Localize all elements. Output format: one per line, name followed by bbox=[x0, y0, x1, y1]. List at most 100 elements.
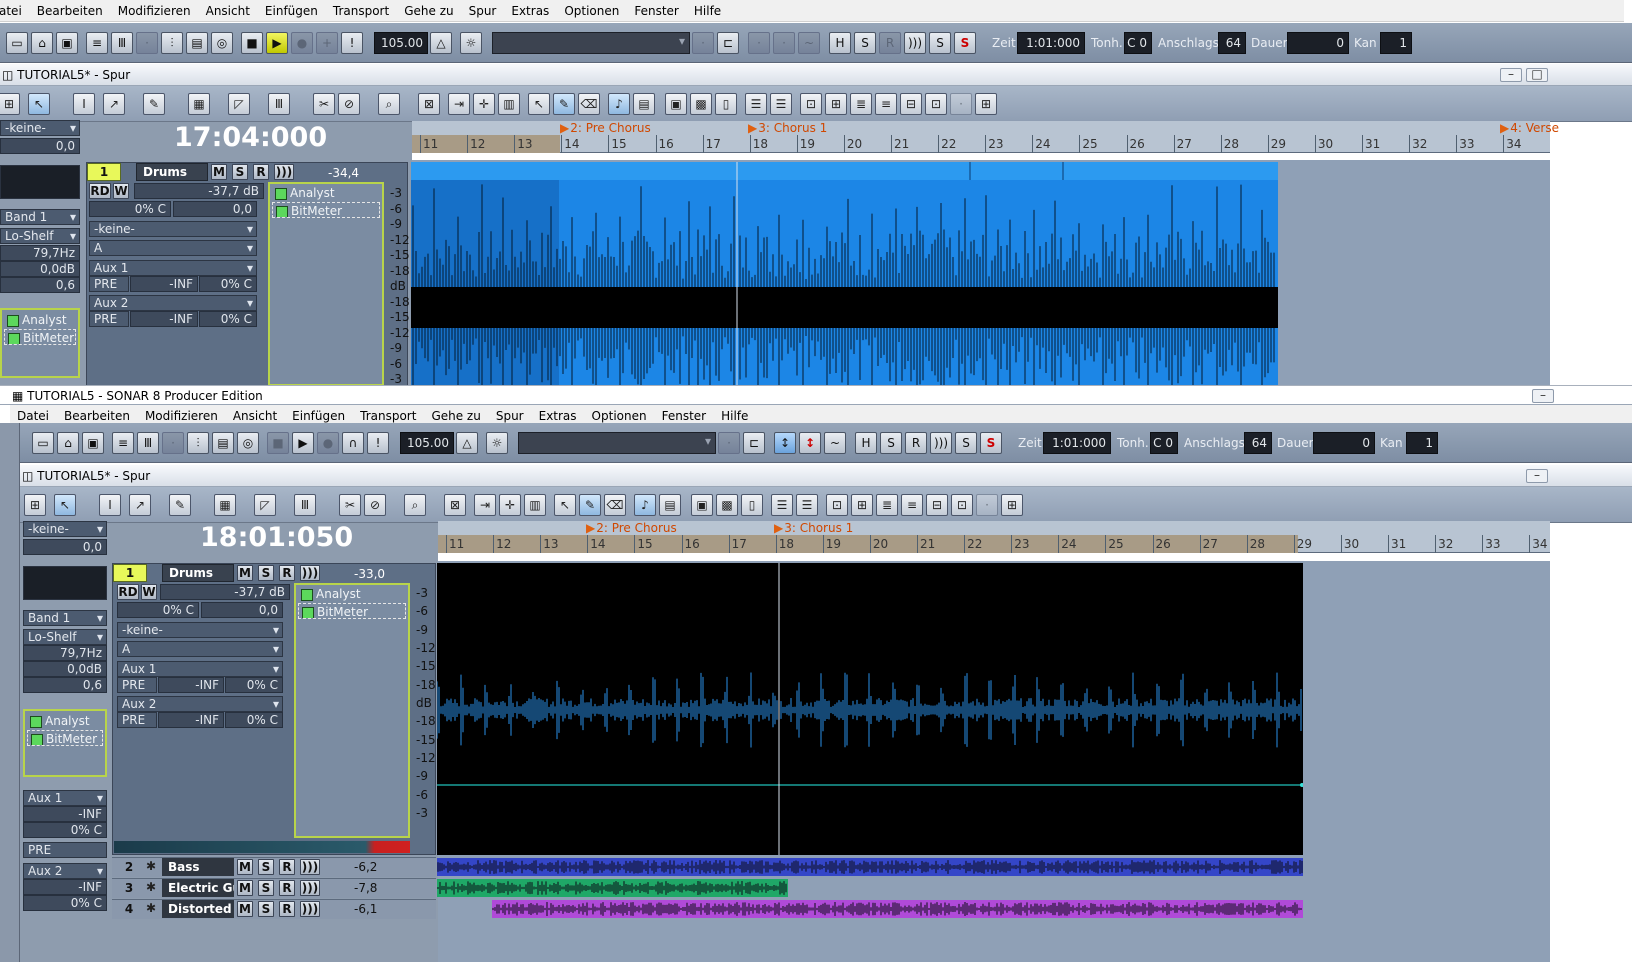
punch-icon[interactable]: · bbox=[748, 32, 770, 54]
mute-button-top[interactable]: M bbox=[211, 164, 227, 180]
menu-modifizieren[interactable]: Modifizieren bbox=[138, 409, 226, 423]
inspector-input-fader-top[interactable]: 0,0 bbox=[0, 138, 80, 154]
track-clip[interactable] bbox=[492, 900, 1303, 918]
fx-bitmeter-top[interactable]: BitMeter bbox=[4, 329, 76, 345]
fx-analyst[interactable]: Analyst bbox=[27, 713, 103, 729]
menu-transport[interactable]: Transport bbox=[353, 409, 424, 423]
menu-spur-top[interactable]: Spur bbox=[462, 4, 505, 18]
track-clip[interactable] bbox=[437, 858, 1303, 876]
s-red-icon-2[interactable]: S bbox=[980, 432, 1002, 454]
nudge-icon-2[interactable]: ✛ bbox=[499, 494, 521, 516]
menu-spur[interactable]: Spur bbox=[489, 409, 532, 423]
track1-pre2-top[interactable]: PRE bbox=[89, 311, 129, 327]
console-icon-2[interactable]: ⫶ bbox=[187, 432, 209, 454]
staff-icon[interactable]: · bbox=[136, 32, 158, 54]
marker-add-icon[interactable]: · bbox=[692, 32, 714, 54]
zoom-icon-2[interactable]: ⌕ bbox=[404, 494, 426, 516]
snap-icon-2[interactable]: ☼ bbox=[486, 432, 508, 454]
scissors-icon-2[interactable]: ✂ bbox=[339, 494, 361, 516]
h-button-2[interactable]: H bbox=[855, 432, 877, 454]
s-red-icon[interactable]: S bbox=[954, 32, 976, 54]
app-minimize-icon[interactable]: – bbox=[1532, 389, 1554, 403]
open-folder-icon[interactable]: ⌂ bbox=[31, 32, 53, 54]
punch-icon-2[interactable]: ↕ bbox=[774, 432, 796, 454]
grid2-icon-2[interactable]: ▥ bbox=[524, 494, 546, 516]
tempo-display-2[interactable]: 105.00 bbox=[400, 432, 454, 454]
marker-label[interactable]: 3: Chorus 1 bbox=[748, 121, 827, 135]
track1-fx-bitmeter-top[interactable]: BitMeter bbox=[272, 202, 380, 218]
menu-einfuegen-top[interactable]: Einfügen bbox=[258, 4, 326, 18]
markers-combo[interactable] bbox=[492, 32, 690, 54]
meter-icon-2[interactable]: ▤ bbox=[659, 494, 681, 516]
event-list-icon[interactable]: ▤ bbox=[186, 32, 208, 54]
markers-combo-2[interactable] bbox=[518, 432, 716, 454]
fit4-icon[interactable]: ≡ bbox=[875, 93, 897, 115]
s-button[interactable]: S bbox=[258, 880, 274, 896]
eq-filter-top[interactable]: Lo-Shelf bbox=[0, 228, 80, 244]
marker-add-icon-2[interactable]: · bbox=[718, 432, 740, 454]
fit3-icon[interactable]: ≣ bbox=[850, 93, 872, 115]
columns-icon[interactable]: Ⅲ bbox=[268, 93, 290, 115]
pointer-icon-2[interactable]: ↖ bbox=[554, 494, 576, 516]
console-icon[interactable]: ⫶ bbox=[161, 32, 183, 54]
track1-input-top[interactable]: -keine- bbox=[89, 221, 257, 237]
track1-fx-bitmeter[interactable]: BitMeter bbox=[298, 603, 406, 619]
grid-icon[interactable]: ▦ bbox=[188, 93, 210, 115]
track1-fx-analyst[interactable]: Analyst bbox=[298, 586, 406, 602]
zeit-value[interactable]: 1:01:000 bbox=[1017, 32, 1085, 54]
track1-send2-pan[interactable]: 0% C bbox=[225, 712, 283, 728]
echo-button[interactable]: ))) bbox=[300, 859, 320, 875]
tempo-display[interactable]: 105.00 bbox=[374, 32, 428, 54]
nudge-icon[interactable]: ✛ bbox=[473, 93, 495, 115]
arm-button[interactable]: R bbox=[279, 565, 295, 581]
track-name[interactable]: Distorted Gi bbox=[162, 900, 234, 918]
mute-tool-icon[interactable]: ⊘ bbox=[338, 93, 360, 115]
insert-track-icon-2[interactable]: ⊞ bbox=[24, 494, 46, 516]
menu-fenster-top[interactable]: Fenster bbox=[627, 4, 687, 18]
inspector-input-top[interactable]: -keine- bbox=[0, 120, 80, 136]
h-button[interactable]: H bbox=[829, 32, 851, 54]
view1-icon-2[interactable]: ▣ bbox=[691, 494, 713, 516]
view3-icon-2[interactable]: ▯ bbox=[741, 494, 763, 516]
maximize-icon[interactable]: □ bbox=[1526, 68, 1548, 82]
view1-icon[interactable]: ▣ bbox=[665, 93, 687, 115]
snap-grid-icon[interactable]: ⊠ bbox=[418, 93, 440, 115]
r-button-2[interactable]: R bbox=[905, 432, 927, 454]
marker-label[interactable]: 2: Pre Chorus bbox=[560, 121, 651, 135]
track-view-icon-2[interactable]: ≡ bbox=[112, 432, 134, 454]
track1-volume-top[interactable]: -37,7 dB bbox=[134, 183, 264, 199]
panic-icon-2[interactable]: ! bbox=[367, 432, 389, 454]
smart-tool-icon[interactable]: ↖ bbox=[28, 93, 50, 115]
drums-clip[interactable] bbox=[437, 563, 1303, 855]
loop-explorer-icon[interactable]: ◎ bbox=[211, 32, 233, 54]
track1-send2-pan-top[interactable]: 0% C bbox=[199, 311, 257, 327]
pencil-icon-2[interactable]: ✎ bbox=[579, 494, 601, 516]
track-row[interactable] bbox=[112, 857, 436, 877]
pencil-icon[interactable]: ✎ bbox=[553, 93, 575, 115]
play-icon-2[interactable]: ▶ bbox=[292, 432, 314, 454]
track1-output[interactable]: A bbox=[117, 641, 283, 657]
menu-datei-top[interactable]: atei bbox=[0, 4, 30, 18]
inspector-aux1[interactable]: Aux 1 bbox=[23, 790, 107, 806]
r-button[interactable]: R bbox=[879, 32, 901, 54]
marker-label[interactable]: 2: Pre Chorus bbox=[586, 521, 677, 535]
tonh-value[interactable]: C 0 bbox=[1124, 32, 1152, 54]
inspector-aux1-pan[interactable]: 0% C bbox=[23, 822, 107, 838]
marker-label[interactable]: 4: Verse bbox=[1500, 121, 1559, 135]
new-file-icon[interactable]: ▭ bbox=[6, 32, 28, 54]
drums-clip-top[interactable] bbox=[411, 162, 1278, 386]
menu-datei[interactable]: Datei bbox=[10, 409, 57, 423]
r-button[interactable]: R bbox=[279, 880, 295, 896]
track1-pan-top[interactable]: 0% C bbox=[89, 201, 171, 217]
stop-icon[interactable]: ■ bbox=[241, 32, 263, 54]
mute-button[interactable]: M bbox=[237, 565, 253, 581]
fit2-icon-2[interactable]: ⊞ bbox=[851, 494, 873, 516]
eq-freq[interactable]: 79,7Hz bbox=[23, 645, 107, 661]
draw-tool-icon-2[interactable]: ✎ bbox=[169, 494, 191, 516]
fit7-icon-2[interactable]: · bbox=[976, 494, 998, 516]
piano-roll-icon-2[interactable]: Ⅲ bbox=[137, 432, 159, 454]
erase-icon[interactable]: ⌫ bbox=[578, 93, 600, 115]
anschlag-value-2[interactable]: 64 bbox=[1244, 432, 1272, 454]
menu-gehezu-top[interactable]: Gehe zu bbox=[397, 4, 461, 18]
s-fx-icon[interactable]: S bbox=[929, 32, 951, 54]
